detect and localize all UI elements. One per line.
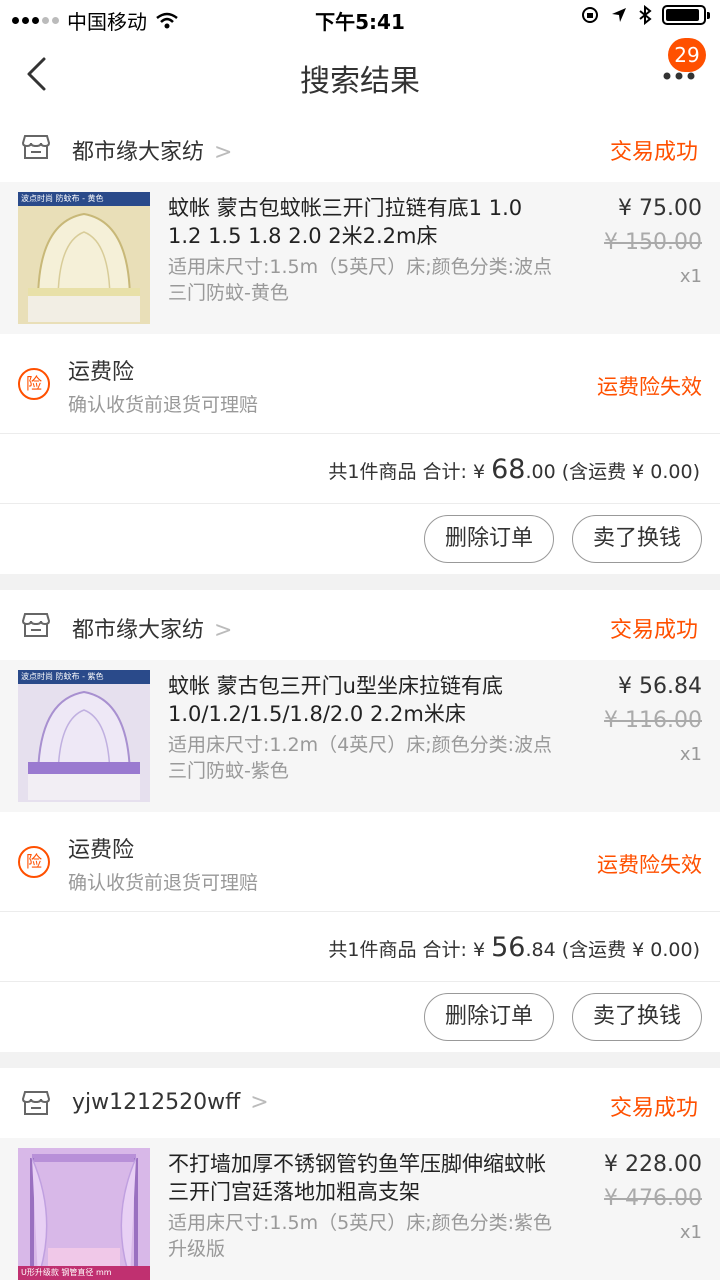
item-row[interactable]: U形升级款 钢管直径 mm 不打墙加厚不锈钢管钓鱼竿压脚伸缩蚊帐三开门宫廷落地加… bbox=[0, 1138, 720, 1280]
shop-name[interactable]: 都市缘大家纺 > bbox=[72, 612, 232, 644]
product-thumbnail[interactable]: U形升级款 钢管直径 mm bbox=[18, 1148, 150, 1280]
chevron-right-icon: > bbox=[214, 618, 233, 643]
shop-icon bbox=[22, 1091, 50, 1115]
original-price: ¥ 150.00 bbox=[604, 230, 702, 255]
insurance-status: 运费险失效 bbox=[597, 853, 702, 877]
summary-prefix: 共1件商品 合计: ¥ bbox=[328, 461, 492, 483]
item-spec: 适用床尺寸:1.5m（5英尺）床;颜色分类:紫色升级版 bbox=[168, 1212, 553, 1260]
shop-name-label: 都市缘大家纺 bbox=[72, 618, 205, 643]
order-card[interactable]: yjw1212520wff > 交易成功 U形升级款 钢管直径 mm 不打墙加厚不… bbox=[0, 1068, 720, 1280]
resell-button[interactable]: 卖了换钱 bbox=[572, 993, 702, 1041]
shop-icon bbox=[22, 613, 50, 637]
mosquito-net-image bbox=[18, 192, 150, 324]
delete-order-button[interactable]: 删除订单 bbox=[424, 993, 554, 1041]
item-quantity: x1 bbox=[679, 266, 702, 287]
product-thumbnail[interactable]: 波点时尚 防蚊布 - 紫色 bbox=[18, 670, 150, 802]
insurance-status: 运费险失效 bbox=[597, 375, 702, 399]
order-summary: 共1件商品 合计: ¥ 56.84 (含运费 ¥ 0.00) bbox=[328, 932, 700, 963]
delete-order-button[interactable]: 删除订单 bbox=[424, 515, 554, 563]
item-price: ¥ 75.00 bbox=[618, 196, 702, 221]
shop-name[interactable]: yjw1212520wff > bbox=[72, 1090, 269, 1115]
summary-total-decimal: .84 bbox=[525, 939, 556, 961]
location-icon bbox=[612, 8, 626, 22]
insurance-icon: 险 bbox=[18, 846, 50, 878]
item-spec: 适用床尺寸:1.5m（5英尺）床;颜色分类:波点三门防蚊-黄色 bbox=[168, 256, 553, 304]
order-actions: 删除订单 卖了换钱 bbox=[0, 504, 720, 574]
summary-shipping: (含运费 ¥ 0.00) bbox=[555, 939, 700, 961]
shop-row[interactable]: yjw1212520wff > 交易成功 bbox=[0, 1068, 720, 1138]
order-summary-row: 共1件商品 合计: ¥ 68.00 (含运费 ¥ 0.00) bbox=[0, 434, 720, 504]
order-list: 都市缘大家纺 > 交易成功 波点时尚 防蚊布 - 黄色 蚊帐 蒙古包蚊帐三开门拉链… bbox=[0, 112, 720, 1280]
shop-row[interactable]: 都市缘大家纺 > 交易成功 bbox=[0, 112, 720, 182]
battery-icon bbox=[662, 5, 710, 25]
summary-total-integer: 68 bbox=[491, 454, 526, 485]
status-right bbox=[580, 5, 710, 25]
shop-name-label: 都市缘大家纺 bbox=[72, 140, 205, 165]
bluetooth-icon bbox=[639, 5, 652, 25]
shop-name-label: yjw1212520wff bbox=[72, 1090, 241, 1115]
summary-shipping: (含运费 ¥ 0.00) bbox=[555, 461, 700, 483]
insurance-title: 运费险 bbox=[68, 360, 135, 385]
item-row[interactable]: 波点时尚 防蚊布 - 紫色 蚊帐 蒙古包三开门u型坐床拉链有底 1.0/1.2/… bbox=[0, 660, 720, 812]
order-summary-row: 共1件商品 合计: ¥ 56.84 (含运费 ¥ 0.00) bbox=[0, 912, 720, 982]
order-card[interactable]: 都市缘大家纺 > 交易成功 波点时尚 防蚊布 - 紫色 蚊帐 蒙古包三开门u型坐床… bbox=[0, 590, 720, 1052]
thumbnail-tag: 波点时尚 防蚊布 - 黄色 bbox=[18, 192, 150, 206]
item-quantity: x1 bbox=[679, 744, 702, 765]
chevron-right-icon: > bbox=[214, 140, 233, 165]
summary-total-decimal: .00 bbox=[525, 461, 556, 483]
order-card[interactable]: 都市缘大家纺 > 交易成功 波点时尚 防蚊布 - 黄色 蚊帐 蒙古包蚊帐三开门拉链… bbox=[0, 112, 720, 574]
product-thumbnail[interactable]: 波点时尚 防蚊布 - 黄色 bbox=[18, 192, 150, 324]
item-price: ¥ 228.00 bbox=[604, 1152, 702, 1177]
order-status: 交易成功 bbox=[609, 1096, 698, 1121]
order-status: 交易成功 bbox=[609, 140, 698, 165]
item-spec: 适用床尺寸:1.2m（4英尺）床;颜色分类:波点三门防蚊-紫色 bbox=[168, 734, 553, 782]
insurance-title: 运费险 bbox=[68, 838, 135, 863]
original-price: ¥ 476.00 bbox=[604, 1186, 702, 1211]
thumbnail-tag: 波点时尚 防蚊布 - 紫色 bbox=[18, 670, 150, 684]
message-count-badge: 29 bbox=[668, 38, 706, 72]
insurance-icon: 险 bbox=[18, 368, 50, 400]
status-bar: 中国移动 下午5:41 bbox=[0, 0, 720, 36]
orientation-lock-icon bbox=[582, 7, 598, 23]
shop-icon bbox=[22, 135, 50, 159]
shop-row[interactable]: 都市缘大家纺 > 交易成功 bbox=[0, 590, 720, 660]
resell-button[interactable]: 卖了换钱 bbox=[572, 515, 702, 563]
mosquito-net-image bbox=[18, 670, 150, 802]
item-quantity: x1 bbox=[679, 1222, 702, 1243]
item-title[interactable]: 蚊帐 蒙古包蚊帐三开门拉链有底1 1.0 1.2 1.5 1.8 2.0 2米2… bbox=[168, 194, 548, 250]
original-price: ¥ 116.00 bbox=[604, 708, 702, 733]
page-title: 搜索结果 bbox=[300, 64, 420, 99]
order-summary: 共1件商品 合计: ¥ 68.00 (含运费 ¥ 0.00) bbox=[328, 454, 700, 485]
nav-bar: 搜索结果 29 bbox=[0, 36, 720, 112]
summary-prefix: 共1件商品 合计: ¥ bbox=[328, 939, 492, 961]
mosquito-net-image bbox=[18, 1148, 150, 1280]
shop-name[interactable]: 都市缘大家纺 > bbox=[72, 134, 232, 166]
thumbnail-tag: U形升级款 钢管直径 mm bbox=[18, 1266, 150, 1280]
order-status: 交易成功 bbox=[609, 618, 698, 643]
item-price: ¥ 56.84 bbox=[618, 674, 702, 699]
item-title[interactable]: 蚊帐 蒙古包三开门u型坐床拉链有底 1.0/1.2/1.5/1.8/2.0 2.… bbox=[168, 672, 548, 728]
item-row[interactable]: 波点时尚 防蚊布 - 黄色 蚊帐 蒙古包蚊帐三开门拉链有底1 1.0 1.2 1… bbox=[0, 182, 720, 334]
summary-total-integer: 56 bbox=[491, 932, 526, 963]
item-title[interactable]: 不打墙加厚不锈钢管钓鱼竿压脚伸缩蚊帐三开门宫廷落地加粗高支架 bbox=[168, 1150, 548, 1206]
insurance-subtitle: 确认收货前退货可理赔 bbox=[68, 394, 259, 416]
chevron-right-icon: > bbox=[250, 1090, 269, 1115]
insurance-subtitle: 确认收货前退货可理赔 bbox=[68, 872, 259, 894]
shipping-insurance-row[interactable]: 险 运费险 确认收货前退货可理赔 运费险失效 bbox=[0, 334, 720, 434]
shipping-insurance-row[interactable]: 险 运费险 确认收货前退货可理赔 运费险失效 bbox=[0, 812, 720, 912]
order-actions: 删除订单 卖了换钱 bbox=[0, 982, 720, 1052]
